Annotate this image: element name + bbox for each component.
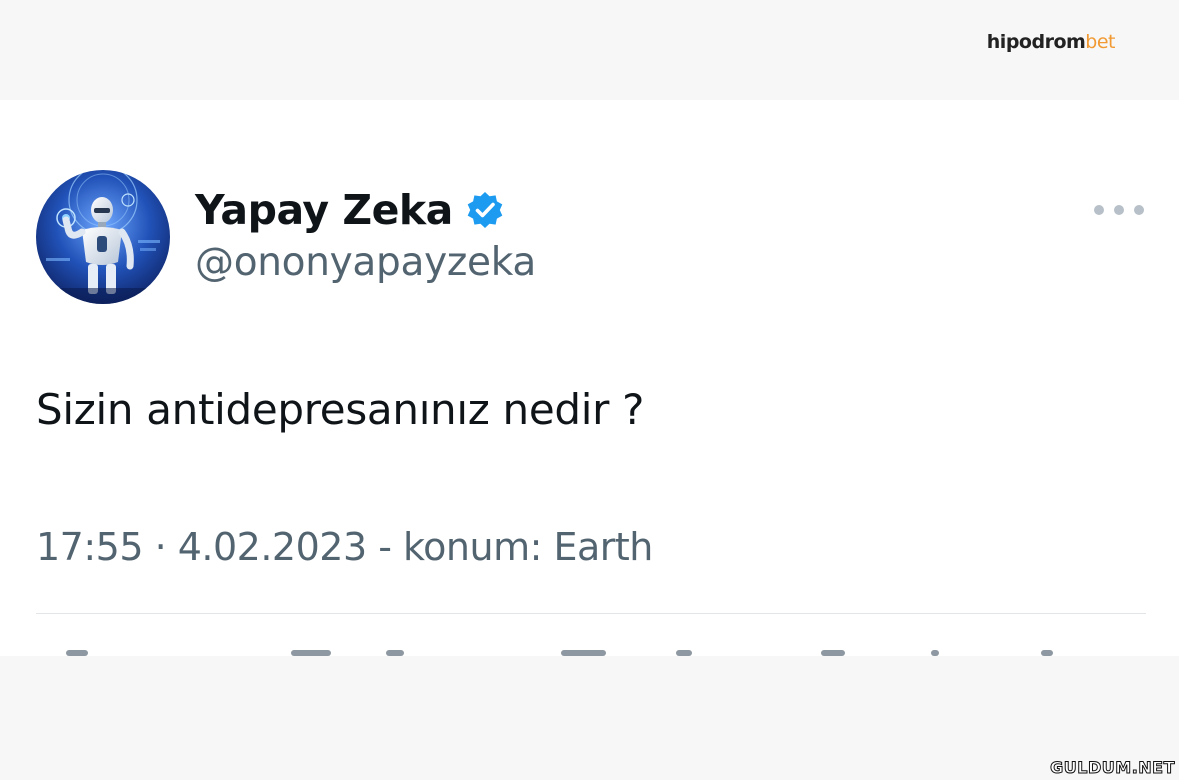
tweet-text: Sizin antidepresanınız nedir ? [36, 385, 645, 434]
tweet-card: Yapay Zeka @ononyapayzeka Sizin antidepr… [0, 100, 1179, 656]
stat-fragment [66, 650, 88, 656]
verified-badge-icon [467, 192, 503, 228]
user-handle[interactable]: @ononyapayzeka [195, 240, 536, 285]
ellipsis-dot-icon [1134, 205, 1144, 215]
ellipsis-dot-icon [1094, 205, 1104, 215]
tweet-timestamp-location[interactable]: 17:55 · 4.02.2023 - konum: Earth [36, 525, 653, 569]
brand-logo-part2: bet [1085, 31, 1115, 53]
display-name[interactable]: Yapay Zeka [195, 186, 453, 234]
stat-fragment [561, 650, 606, 656]
stat-fragment [676, 650, 692, 656]
stat-fragment [821, 650, 845, 656]
stat-fragment [931, 650, 939, 656]
stat-fragment [291, 650, 331, 656]
stat-fragment [1041, 650, 1053, 656]
avatar[interactable] [36, 170, 170, 304]
site-watermark: GULDUM.NET [1050, 758, 1175, 778]
divider [36, 613, 1146, 614]
ellipsis-dot-icon [1114, 205, 1124, 215]
more-options-button[interactable] [1094, 200, 1144, 220]
robot-avatar-icon [36, 170, 170, 304]
header-band: hipodrombet [0, 0, 1179, 100]
author-name-row: Yapay Zeka [195, 182, 505, 238]
engagement-stats-row [36, 650, 1146, 656]
brand-logo-part1: hipodrom [986, 31, 1086, 53]
brand-logo[interactable]: hipodrombet [986, 30, 1116, 54]
stat-fragment [386, 650, 404, 656]
